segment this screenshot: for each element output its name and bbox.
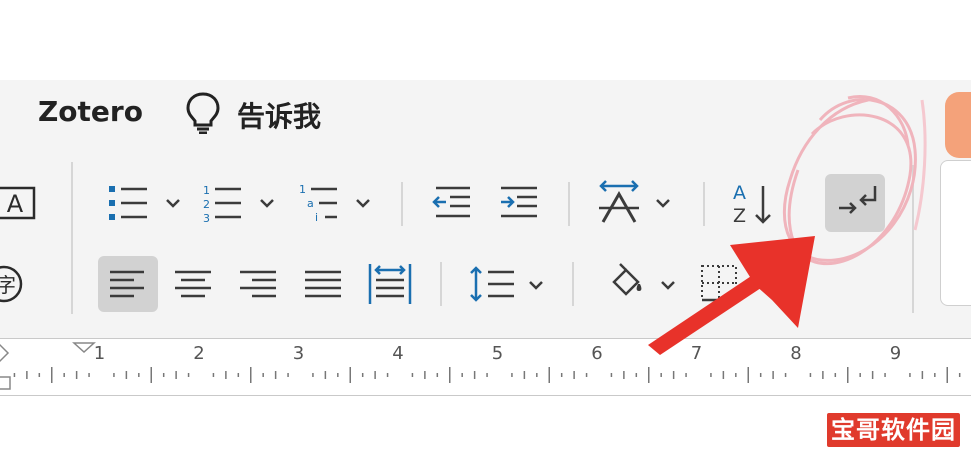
svg-text:a: a bbox=[307, 197, 314, 210]
svg-text:1: 1 bbox=[299, 183, 306, 196]
styles-gallery-edge[interactable] bbox=[940, 160, 971, 306]
align-left-button[interactable] bbox=[98, 256, 158, 312]
separator bbox=[572, 262, 574, 306]
svg-text:2: 2 bbox=[203, 198, 210, 211]
left-indent-marker bbox=[0, 376, 11, 390]
align-left-icon bbox=[110, 270, 144, 298]
svg-text:A: A bbox=[733, 182, 746, 204]
increase-indent-button[interactable] bbox=[495, 178, 545, 228]
borders-button[interactable] bbox=[698, 260, 746, 308]
distributed-button[interactable] bbox=[360, 256, 420, 312]
borders-icon bbox=[701, 265, 737, 302]
decrease-indent-button[interactable] bbox=[428, 178, 478, 228]
chevron-down-icon bbox=[529, 281, 543, 290]
svg-text:3: 3 bbox=[203, 212, 210, 225]
sort-button[interactable]: A Z bbox=[725, 178, 780, 228]
separator bbox=[703, 182, 705, 226]
chevron-down-icon bbox=[656, 199, 670, 208]
word-window: Zotero 告诉我 A 字 1 2 3 1 a i A Z 1 2 3 4 5… bbox=[0, 0, 971, 457]
ruler-number: 4 bbox=[392, 343, 403, 364]
text-direction-button[interactable] bbox=[595, 178, 680, 228]
first-line-indent-marker bbox=[72, 342, 96, 354]
chevron-down-icon bbox=[661, 281, 675, 290]
multilevel-list-icon: 1 a i bbox=[299, 183, 337, 224]
svg-text:1: 1 bbox=[203, 184, 210, 197]
justify-icon bbox=[305, 270, 341, 298]
text-direction-icon bbox=[599, 180, 639, 223]
shading-icon bbox=[612, 263, 642, 296]
bullet-list-icon bbox=[109, 186, 147, 220]
ruler-number: 7 bbox=[691, 343, 702, 364]
ruler-number: 2 bbox=[193, 343, 204, 364]
left-margin-marker bbox=[0, 343, 10, 363]
svg-text:A: A bbox=[7, 190, 24, 218]
align-center-icon bbox=[175, 270, 211, 298]
shading-button[interactable] bbox=[600, 256, 685, 312]
justify-button[interactable] bbox=[293, 256, 353, 312]
bullet-list-button[interactable] bbox=[105, 178, 185, 228]
show-paragraph-marks-icon bbox=[839, 186, 877, 214]
lightbulb-icon[interactable] bbox=[183, 90, 223, 135]
increase-indent-icon bbox=[501, 186, 537, 218]
tell-me-label[interactable]: 告诉我 bbox=[237, 95, 321, 135]
ruler-number: 5 bbox=[492, 343, 503, 364]
menu-tab-zotero[interactable]: Zotero bbox=[38, 95, 143, 128]
ruler-scale: 1 2 3 4 5 6 7 8 9 bbox=[0, 342, 961, 390]
ruler-number: 3 bbox=[293, 343, 304, 364]
ruler-number: 1 bbox=[94, 343, 105, 364]
ruler-number: 8 bbox=[790, 343, 801, 364]
group-separator bbox=[71, 162, 73, 314]
chevron-down-icon bbox=[356, 199, 370, 208]
site-watermark: 宝哥软件园 bbox=[825, 411, 962, 449]
align-right-icon bbox=[240, 270, 276, 298]
show-paragraph-marks-button[interactable] bbox=[825, 174, 885, 232]
separator bbox=[440, 262, 442, 306]
svg-text:i: i bbox=[315, 211, 318, 224]
svg-text:字: 字 bbox=[0, 273, 16, 297]
multilevel-list-button[interactable]: 1 a i bbox=[295, 178, 375, 228]
chevron-down-icon bbox=[260, 199, 274, 208]
horizontal-ruler[interactable]: 1 2 3 4 5 6 7 8 9 bbox=[0, 338, 971, 396]
chevron-down-icon bbox=[166, 199, 180, 208]
ruler-ticks bbox=[13, 367, 961, 383]
orange-tab-edge bbox=[945, 92, 971, 158]
text-box-a-icon[interactable]: A bbox=[0, 180, 36, 226]
svg-text:Z: Z bbox=[733, 205, 746, 227]
separator bbox=[568, 182, 570, 226]
phonetic-guide-icon[interactable]: 字 bbox=[0, 262, 36, 308]
numbered-list-icon: 1 2 3 bbox=[203, 184, 241, 225]
ruler-number: 6 bbox=[591, 343, 602, 364]
sort-az-icon: A Z bbox=[733, 182, 771, 227]
align-center-button[interactable] bbox=[163, 256, 223, 312]
line-spacing-button[interactable] bbox=[462, 256, 552, 312]
group-separator bbox=[912, 165, 914, 313]
align-right-button[interactable] bbox=[228, 256, 288, 312]
line-spacing-icon bbox=[470, 266, 514, 302]
ruler-number: 9 bbox=[890, 343, 901, 364]
ruler-numbers: 1 2 3 4 5 6 7 8 9 bbox=[94, 343, 901, 364]
distributed-icon bbox=[368, 264, 412, 304]
separator bbox=[401, 182, 403, 226]
numbered-list-button[interactable]: 1 2 3 bbox=[199, 178, 279, 228]
decrease-indent-icon bbox=[432, 186, 470, 218]
